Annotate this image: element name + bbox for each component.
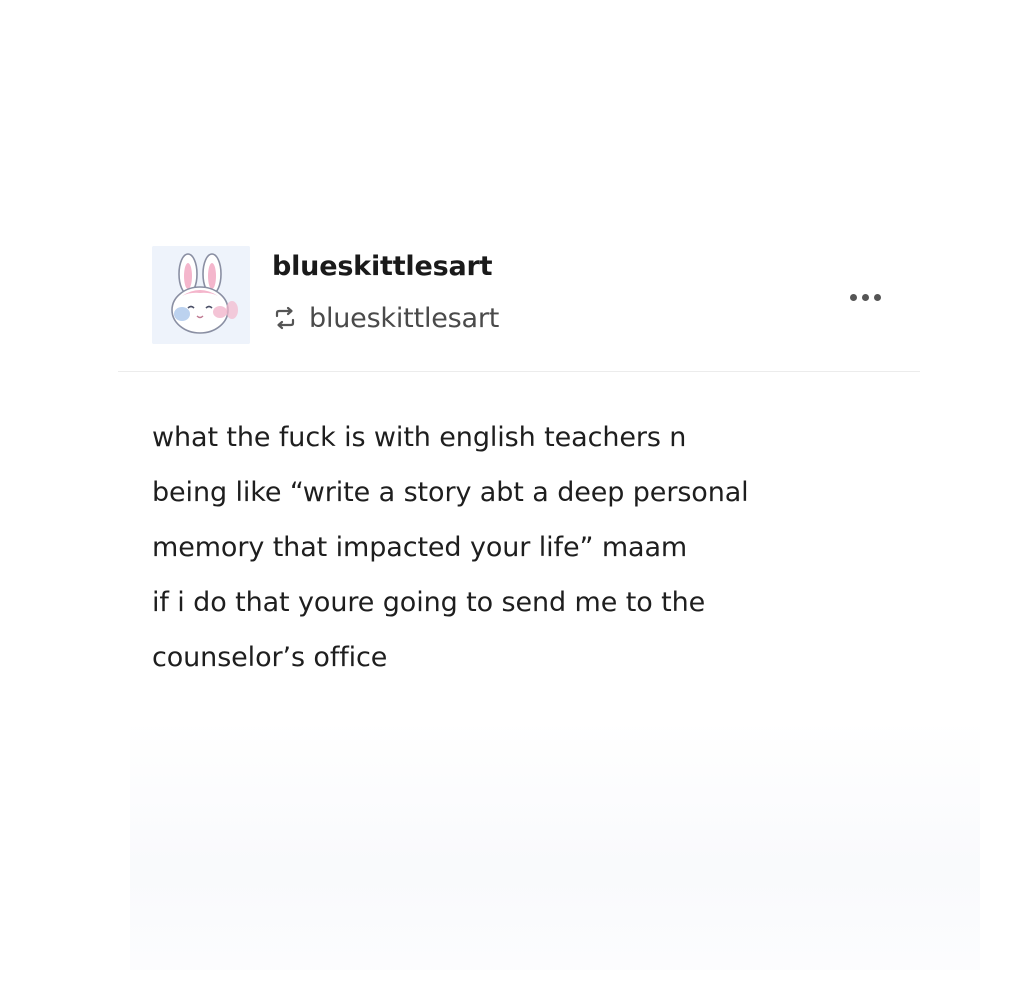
bunny-avatar-icon bbox=[152, 246, 250, 344]
post-body-line: being like “write a story abt a deep per… bbox=[152, 477, 749, 508]
more-options-icon bbox=[849, 293, 857, 301]
post-body-line: what the fuck is with english teachers n bbox=[152, 422, 687, 453]
post-body: what the fuck is with english teachers n… bbox=[152, 410, 932, 685]
more-options-icon-dot bbox=[861, 293, 869, 301]
tumblr-post: blueskittlesart blueskittlesart what the… bbox=[0, 0, 1028, 993]
post-body-line: if i do that youre going to send me to t… bbox=[152, 587, 706, 618]
author-avatar[interactable] bbox=[152, 246, 250, 344]
background-fade bbox=[130, 720, 980, 970]
reblog-username: blueskittlesart bbox=[309, 302, 500, 334]
reblog-source[interactable]: blueskittlesart bbox=[271, 300, 499, 336]
more-options-button[interactable] bbox=[840, 286, 890, 308]
post-body-line: memory that impacted your life” maam bbox=[152, 532, 688, 563]
more-options-icon-dot bbox=[873, 293, 881, 301]
author-username[interactable]: blueskittlesart bbox=[272, 251, 492, 282]
reblog-icon bbox=[271, 304, 299, 332]
post-body-line: counselor’s office bbox=[152, 642, 388, 673]
header-divider bbox=[118, 371, 920, 372]
